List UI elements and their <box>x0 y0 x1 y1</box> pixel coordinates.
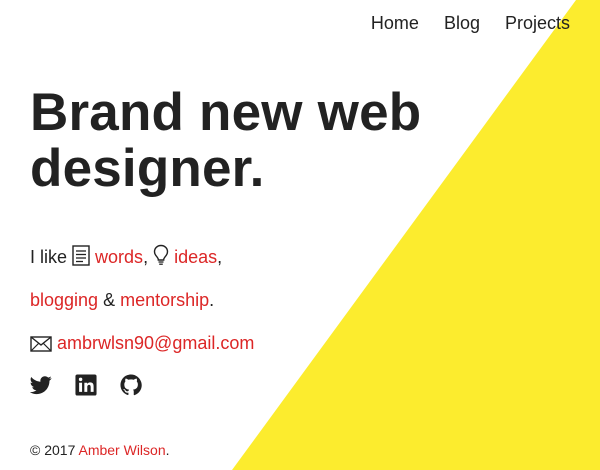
linkedin-icon[interactable] <box>75 374 97 396</box>
likes-line: I like words, ideas, <box>30 244 222 271</box>
mentorship-link[interactable]: mentorship <box>120 290 209 310</box>
footer: © 2017 Amber Wilson. <box>30 441 170 459</box>
blogging-link[interactable]: blogging <box>30 290 98 310</box>
ampersand-text: & <box>103 290 116 310</box>
main-nav: Home Blog Projects <box>371 12 570 34</box>
page-headline: Brand new web designer. <box>30 85 421 197</box>
email-line: ambrwlsn90@gmail.com <box>30 332 254 357</box>
nav-blog-link[interactable]: Blog <box>444 12 480 34</box>
i-like-text: I like <box>30 247 68 267</box>
ideas-link[interactable]: ideas <box>174 247 217 267</box>
email-link[interactable]: ambrwlsn90@gmail.com <box>57 333 254 353</box>
nav-home-link[interactable]: Home <box>371 12 419 34</box>
document-icon <box>72 245 90 271</box>
headline-line-2: designer. <box>30 139 265 198</box>
period-text: . <box>209 290 215 310</box>
interests-line: blogging & mentorship. <box>30 289 214 311</box>
comma-2: , <box>217 247 223 267</box>
headline-line-1: Brand new web <box>30 83 422 142</box>
envelope-icon <box>30 335 52 357</box>
lightbulb-icon <box>153 244 169 271</box>
social-links <box>29 374 142 396</box>
github-icon[interactable] <box>120 374 142 396</box>
comma-1: , <box>143 247 149 267</box>
copyright-text: © 2017 <box>30 442 76 458</box>
footer-period: . <box>165 442 170 458</box>
yellow-diagonal-background <box>232 0 600 470</box>
twitter-icon[interactable] <box>29 374 52 396</box>
words-link[interactable]: words <box>95 247 143 267</box>
nav-projects-link[interactable]: Projects <box>505 12 570 34</box>
author-link[interactable]: Amber Wilson <box>78 442 165 458</box>
